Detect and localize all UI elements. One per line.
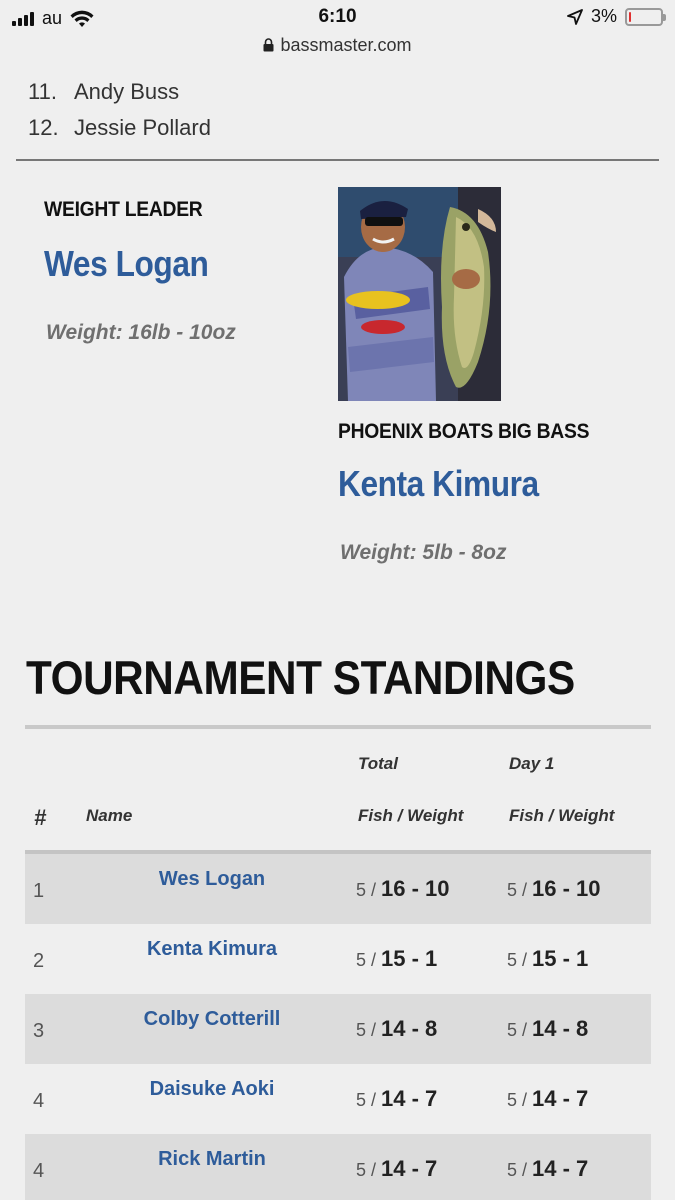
list-item-name: Andy Buss <box>74 79 180 104</box>
day1-weight: 14 - 7 <box>532 1156 589 1181</box>
battery-percent: 3% <box>590 6 617 26</box>
total-fish-weight: 5 / 16 - 10 <box>356 876 450 902</box>
total-fish-weight: 5 / 14 - 7 <box>356 1086 437 1112</box>
row-rank: 3 <box>33 1020 45 1042</box>
url-bar[interactable]: bassmaster.com <box>0 32 675 58</box>
row-rank: 2 <box>33 950 45 972</box>
big-bass-weight: Weight: 5lb - 8oz <box>340 541 507 564</box>
total-weight: 16 - 10 <box>381 876 450 901</box>
total-fish: 5 / <box>356 880 377 900</box>
total-fish-weight-header: Fish / Weight <box>358 806 464 825</box>
day1-fish: 5 / <box>507 880 528 900</box>
row-rank: 4 <box>33 1090 45 1112</box>
angler-name-link[interactable]: Wes Logan <box>87 868 337 891</box>
list-item-name: Jessie Pollard <box>74 115 211 140</box>
total-fish-weight: 5 / 14 - 7 <box>356 1156 437 1182</box>
total-weight: 15 - 1 <box>381 946 438 971</box>
list-item-number: 12. <box>28 115 59 140</box>
section-divider <box>16 159 659 161</box>
total-fish-weight: 5 / 15 - 1 <box>356 946 437 972</box>
day1-fish-weight: 5 / 14 - 7 <box>507 1086 588 1112</box>
previous-list: 11. Andy Buss 12. Jessie Pollard <box>28 74 211 146</box>
day1-fish: 5 / <box>507 1160 528 1180</box>
day1-fish-weight: 5 / 15 - 1 <box>507 946 588 972</box>
total-fish: 5 / <box>356 1020 377 1040</box>
total-fish: 5 / <box>356 950 377 970</box>
battery-icon <box>625 7 666 26</box>
weight-leader-label: WEIGHT LEADER <box>44 198 203 221</box>
day1-fish: 5 / <box>507 1020 528 1040</box>
day1-weight: 15 - 1 <box>532 946 589 971</box>
total-weight: 14 - 7 <box>381 1156 438 1181</box>
day1-weight: 14 - 8 <box>532 1016 589 1041</box>
list-item-number: 11. <box>28 79 57 104</box>
day1-fish-weight: 5 / 16 - 10 <box>507 876 601 902</box>
standings-table-header: # Name Total Fish / Weight Day 1 Fish / … <box>25 729 651 851</box>
angler-name-link[interactable]: Colby Cotterill <box>87 1008 337 1031</box>
total-fish: 5 / <box>356 1160 377 1180</box>
day1-fish-weight-header: Fish / Weight <box>509 806 615 825</box>
total-weight: 14 - 8 <box>381 1016 438 1041</box>
total-fish: 5 / <box>356 1090 377 1110</box>
weight-leader-name-link[interactable]: Wes Logan <box>44 243 209 285</box>
day1-weight: 14 - 7 <box>532 1086 589 1111</box>
day1-fish-weight: 5 / 14 - 7 <box>507 1156 588 1182</box>
table-row: 4 Rick Martin 5 / 14 - 7 5 / 14 - 7 <box>25 1134 651 1200</box>
angler-name-link[interactable]: Daisuke Aoki <box>87 1078 337 1101</box>
angler-with-bass-photo[interactable] <box>338 187 501 401</box>
location-arrow-icon <box>567 8 583 25</box>
big-bass-name-link[interactable]: Kenta Kimura <box>338 463 539 505</box>
list-item: 11. Andy Buss <box>28 74 211 110</box>
list-item: 12. Jessie Pollard <box>28 110 211 146</box>
angler-name-link[interactable]: Kenta Kimura <box>87 938 337 961</box>
day1-fish: 5 / <box>507 950 528 970</box>
row-rank: 1 <box>33 880 45 902</box>
standings-title: TOURNAMENT STANDINGS <box>26 651 575 704</box>
day1-fish-weight: 5 / 14 - 8 <box>507 1016 588 1042</box>
big-bass-label: PHOENIX BOATS BIG BASS <box>338 420 590 443</box>
url-domain: bassmaster.com <box>280 34 412 55</box>
row-rank: 4 <box>33 1160 45 1182</box>
rank-header: # <box>34 805 47 830</box>
total-weight: 14 - 7 <box>381 1086 438 1111</box>
day1-fish: 5 / <box>507 1090 528 1110</box>
name-header: Name <box>86 806 133 825</box>
table-row: 4 Daisuke Aoki 5 / 14 - 7 5 / 14 - 7 <box>25 1064 651 1134</box>
table-row: 2 Kenta Kimura 5 / 15 - 1 5 / 15 - 1 <box>25 924 651 994</box>
table-row: 3 Colby Cotterill 5 / 14 - 8 5 / 14 - 8 <box>25 994 651 1064</box>
total-header: Total <box>358 754 398 773</box>
battery-level <box>629 11 631 22</box>
angler-name-link[interactable]: Rick Martin <box>87 1148 337 1171</box>
day1-header: Day 1 <box>509 754 555 773</box>
table-row: 1 Wes Logan 5 / 16 - 10 5 / 16 - 10 <box>25 854 651 924</box>
status-bar: au 6:10 3% <box>0 0 675 36</box>
total-fish-weight: 5 / 14 - 8 <box>356 1016 437 1042</box>
lock-icon <box>263 38 274 52</box>
day1-weight: 16 - 10 <box>532 876 601 901</box>
weight-leader-weight: Weight: 16lb - 10oz <box>46 321 236 344</box>
